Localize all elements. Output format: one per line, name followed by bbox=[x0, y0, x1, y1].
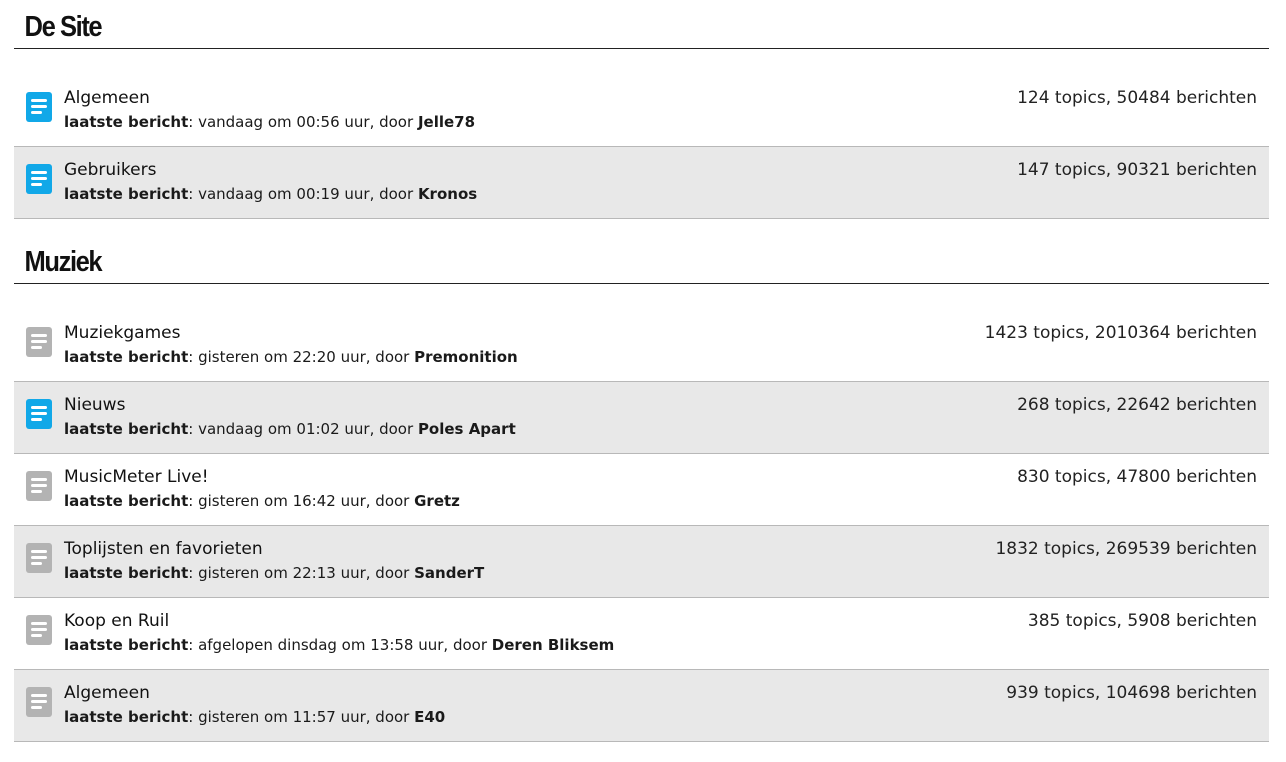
last-post-author-link[interactable]: Jelle78 bbox=[418, 113, 475, 131]
last-post-label: laatste bericht bbox=[64, 348, 189, 366]
last-post-label: laatste bericht bbox=[64, 564, 189, 582]
last-post-label: laatste bericht bbox=[64, 492, 189, 510]
section-title-de-site: De Site bbox=[24, 11, 103, 43]
last-post-label: laatste bericht bbox=[64, 420, 189, 438]
last-post-author-link[interactable]: E40 bbox=[414, 708, 445, 726]
forum-row-koop-en-ruil[interactable]: Koop en Ruil laatste bericht: afgelopen … bbox=[14, 598, 1269, 670]
forum-stats: 1423 topics, 2010364 berichten bbox=[984, 323, 1257, 343]
forum-index: De Site Algemeen laatste bericht: vandaa… bbox=[14, 0, 1269, 742]
last-post-author-link[interactable]: Kronos bbox=[418, 185, 477, 203]
forum-link[interactable]: Algemeen bbox=[64, 683, 150, 703]
section-divider bbox=[14, 283, 1269, 284]
forum-stats: 1832 topics, 269539 berichten bbox=[995, 539, 1257, 559]
last-post-info: laatste bericht: gisteren om 22:13 uur, … bbox=[64, 564, 484, 582]
last-post-author-link[interactable]: Premonition bbox=[414, 348, 518, 366]
forum-row-algemeen[interactable]: Algemeen laatste bericht: vandaag om 00:… bbox=[14, 75, 1269, 147]
last-post-label: laatste bericht bbox=[64, 636, 189, 654]
forum-read-icon bbox=[26, 687, 52, 717]
forum-link[interactable]: Nieuws bbox=[64, 395, 125, 415]
last-post-time: : vandaag om 00:56 uur, door bbox=[188, 113, 418, 131]
forum-unread-icon bbox=[26, 164, 52, 194]
forum-link[interactable]: Koop en Ruil bbox=[64, 611, 169, 631]
forum-unread-icon bbox=[26, 92, 52, 122]
forum-row-toplijsten[interactable]: Toplijsten en favorieten laatste bericht… bbox=[14, 526, 1269, 598]
last-post-info: laatste bericht: vandaag om 00:19 uur, d… bbox=[64, 185, 477, 203]
last-post-time: : vandaag om 00:19 uur, door bbox=[188, 185, 418, 203]
forum-stats: 147 topics, 90321 berichten bbox=[1017, 160, 1257, 180]
forum-link[interactable]: Muziekgames bbox=[64, 323, 180, 343]
forum-stats: 124 topics, 50484 berichten bbox=[1017, 88, 1257, 108]
section-title-muziek: Muziek bbox=[24, 246, 103, 278]
forum-read-icon bbox=[26, 471, 52, 501]
forum-stats: 830 topics, 47800 berichten bbox=[1017, 467, 1257, 487]
last-post-info: laatste bericht: gisteren om 16:42 uur, … bbox=[64, 492, 460, 510]
forum-link[interactable]: Gebruikers bbox=[64, 160, 156, 180]
forum-row-algemeen-muziek[interactable]: Algemeen laatste bericht: gisteren om 11… bbox=[14, 670, 1269, 742]
forum-row-gebruikers[interactable]: Gebruikers laatste bericht: vandaag om 0… bbox=[14, 147, 1269, 219]
last-post-label: laatste bericht bbox=[64, 708, 189, 726]
forum-stats: 268 topics, 22642 berichten bbox=[1017, 395, 1257, 415]
last-post-time: : afgelopen dinsdag om 13:58 uur, door bbox=[188, 636, 492, 654]
last-post-author-link[interactable]: Gretz bbox=[414, 492, 460, 510]
last-post-info: laatste bericht: afgelopen dinsdag om 13… bbox=[64, 636, 614, 654]
forum-unread-icon bbox=[26, 399, 52, 429]
last-post-time: : gisteren om 22:13 uur, door bbox=[188, 564, 415, 582]
last-post-time: : gisteren om 11:57 uur, door bbox=[188, 708, 415, 726]
forum-read-icon bbox=[26, 615, 52, 645]
forum-read-icon bbox=[26, 327, 52, 357]
forum-link[interactable]: Algemeen bbox=[64, 88, 150, 108]
last-post-info: laatste bericht: gisteren om 22:20 uur, … bbox=[64, 348, 518, 366]
forum-stats: 939 topics, 104698 berichten bbox=[1006, 683, 1257, 703]
last-post-info: laatste bericht: vandaag om 00:56 uur, d… bbox=[64, 113, 475, 131]
last-post-info: laatste bericht: vandaag om 01:02 uur, d… bbox=[64, 420, 516, 438]
last-post-author-link[interactable]: Poles Apart bbox=[418, 420, 516, 438]
forum-read-icon bbox=[26, 543, 52, 573]
forum-link[interactable]: Toplijsten en favorieten bbox=[64, 539, 263, 559]
forum-row-nieuws[interactable]: Nieuws laatste bericht: vandaag om 01:02… bbox=[14, 382, 1269, 454]
last-post-time: : vandaag om 01:02 uur, door bbox=[188, 420, 418, 438]
forum-row-muziekgames[interactable]: Muziekgames laatste bericht: gisteren om… bbox=[14, 310, 1269, 382]
last-post-label: laatste bericht bbox=[64, 113, 189, 131]
last-post-time: : gisteren om 22:20 uur, door bbox=[188, 348, 415, 366]
last-post-author-link[interactable]: SanderT bbox=[414, 564, 484, 582]
forum-stats: 385 topics, 5908 berichten bbox=[1027, 611, 1257, 631]
last-post-time: : gisteren om 16:42 uur, door bbox=[188, 492, 415, 510]
forum-row-musicmeter-live[interactable]: MusicMeter Live! laatste bericht: gister… bbox=[14, 454, 1269, 526]
last-post-author-link[interactable]: Deren Bliksem bbox=[492, 636, 615, 654]
last-post-info: laatste bericht: gisteren om 11:57 uur, … bbox=[64, 708, 445, 726]
forum-link[interactable]: MusicMeter Live! bbox=[64, 467, 209, 487]
last-post-label: laatste bericht bbox=[64, 185, 189, 203]
section-divider bbox=[14, 48, 1269, 49]
